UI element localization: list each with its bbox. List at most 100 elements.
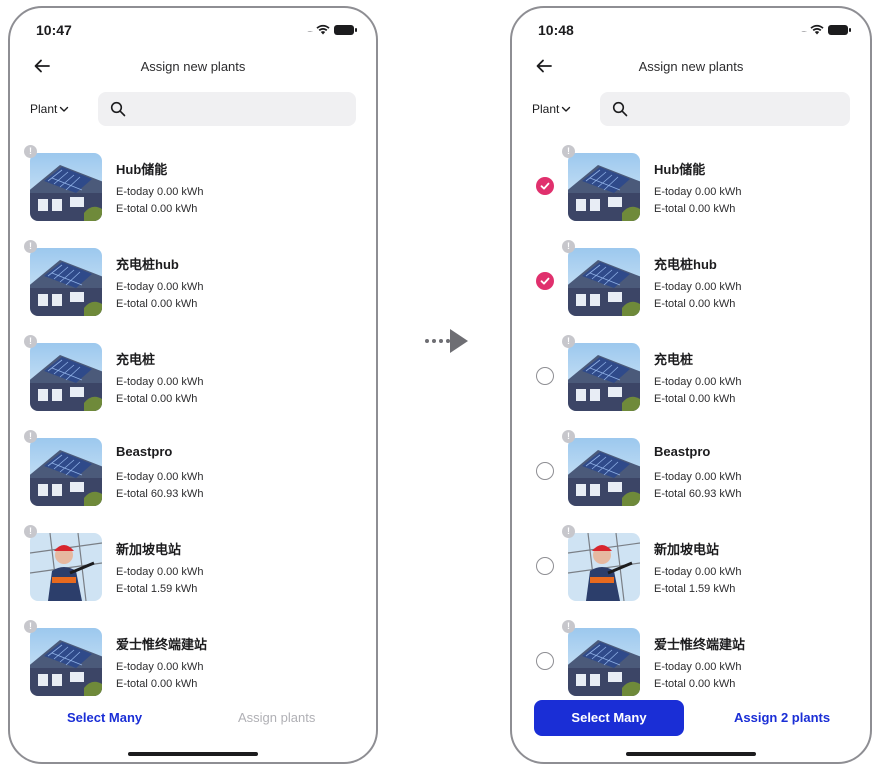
plant-thumbnail — [30, 438, 102, 506]
warning-icon: ! — [562, 430, 575, 443]
solar-house-image — [568, 153, 640, 221]
page-title: Assign new plants — [140, 59, 246, 74]
plant-name: 充电桩 — [116, 352, 156, 367]
plant-list-item[interactable]: ! 爱士惟终端建站 E-today 0.00 kWh E-total 0.00 kWh — [512, 620, 870, 700]
plant-e-today: E-today 0.00 kWh — [116, 376, 204, 388]
plant-name: Hub储能 — [654, 162, 706, 177]
assign-plants-button[interactable]: Assign 2 plants — [734, 710, 830, 725]
unselected-radio[interactable] — [536, 557, 554, 575]
plant-name: 充电桩hub — [116, 257, 179, 272]
wifi-icon — [810, 24, 824, 35]
check-icon — [540, 277, 550, 285]
plant-list-item[interactable]: ! Hub储能 E-today 0.00 kWh E-total 0.00 kWh — [10, 145, 376, 225]
plant-list-item[interactable]: ! 充电桩 E-today 0.00 kWh E-total 0.00 kWh — [512, 335, 870, 415]
plant-e-today: E-today 0.00 kWh — [116, 186, 204, 198]
plant-list-item[interactable]: ! Beastpro E-today 0.00 kWh E-total 60.93 k… — [10, 430, 376, 510]
plant-list-item[interactable]: ! 爱士惟终端建站 E-today 0.00 kWh E-total 0.00 kWh — [10, 620, 376, 700]
plant-list-item[interactable]: ! 新加坡电站 E-today 0.00 kWh E-total 1.59 kWh — [512, 525, 870, 605]
select-many-button[interactable]: Select Many — [67, 710, 142, 725]
plant-thumbnail — [568, 533, 640, 601]
warning-icon: ! — [24, 240, 37, 253]
status-bar: 10:48 .... — [512, 22, 870, 42]
plant-name: 爱士惟终端建站 — [116, 637, 208, 652]
selected-check-icon[interactable] — [536, 177, 554, 195]
plant-list-item[interactable]: ! 充电桩hub E-today 0.00 kWh E-total 0.00 kWh — [512, 240, 870, 320]
status-icons: .... — [307, 24, 357, 35]
solar-house-image — [30, 248, 102, 316]
plant-e-today: E-today 0.00 kWh — [116, 471, 204, 483]
search-icon — [110, 101, 126, 117]
plant-e-today: E-today 0.00 kWh — [654, 376, 742, 388]
plant-thumbnail — [568, 153, 640, 221]
plant-e-total: E-total 0.00 kWh — [116, 678, 198, 690]
plant-thumbnail — [30, 533, 102, 601]
bottom-bar: Select Many Assign plants — [10, 700, 376, 740]
search-icon — [612, 101, 628, 117]
warning-icon: ! — [24, 430, 37, 443]
plant-e-total: E-total 0.00 kWh — [116, 298, 198, 310]
warning-icon: ! — [562, 620, 575, 633]
plant-e-today: E-today 0.00 kWh — [116, 281, 204, 293]
plant-filter-dropdown[interactable]: Plant — [532, 102, 571, 116]
solar-house-image — [30, 628, 102, 696]
solar-house-image — [30, 343, 102, 411]
plant-e-total: E-total 0.00 kWh — [654, 203, 736, 215]
solar-house-image — [30, 438, 102, 506]
solar-house-image — [30, 153, 102, 221]
warning-icon: ! — [562, 335, 575, 348]
status-bar: 10:47 .... — [10, 22, 376, 42]
warning-icon: ! — [562, 145, 575, 158]
plant-list-item[interactable]: ! 充电桩hub E-today 0.00 kWh E-total 0.00 kWh — [10, 240, 376, 320]
search-input[interactable] — [98, 92, 356, 126]
plant-e-today: E-today 0.00 kWh — [654, 186, 742, 198]
plant-list-item[interactable]: ! Beastpro E-today 0.00 kWh E-total 60.93 k… — [512, 430, 870, 510]
solar-house-image — [568, 438, 640, 506]
plant-list-item[interactable]: ! 充电桩 E-today 0.00 kWh E-total 0.00 kWh — [10, 335, 376, 415]
solar-house-image — [568, 628, 640, 696]
plant-name: Beastpro — [116, 444, 173, 459]
plant-e-total: E-total 60.93 kWh — [116, 488, 204, 500]
solar-house-image — [568, 343, 640, 411]
assign-plants-button[interactable]: Assign plants — [238, 710, 315, 725]
check-icon — [540, 182, 550, 190]
unselected-radio[interactable] — [536, 652, 554, 670]
plant-thumbnail — [30, 153, 102, 221]
plant-thumbnail — [568, 438, 640, 506]
plant-name: 充电桩 — [654, 352, 694, 367]
plant-filter-label: Plant — [30, 102, 58, 116]
plant-e-today: E-today 0.00 kWh — [654, 566, 742, 578]
status-time: 10:47 — [36, 22, 72, 38]
worker-image — [30, 533, 102, 601]
page-title: Assign new plants — [638, 59, 744, 74]
plant-thumbnail — [30, 248, 102, 316]
plant-e-total: E-total 0.00 kWh — [116, 203, 198, 215]
plant-list-item[interactable]: ! 新加坡电站 E-today 0.00 kWh E-total 1.59 kWh — [10, 525, 376, 605]
filter-row: Plant — [10, 92, 376, 126]
select-many-button[interactable]: Select Many — [534, 700, 684, 736]
warning-icon: ! — [562, 240, 575, 253]
plant-filter-dropdown[interactable]: Plant — [30, 102, 69, 116]
plant-e-today: E-today 0.00 kWh — [654, 471, 742, 483]
plant-name: Beastpro — [654, 444, 711, 459]
unselected-radio[interactable] — [536, 462, 554, 480]
selected-check-icon[interactable] — [536, 272, 554, 290]
plant-e-today: E-today 0.00 kWh — [654, 281, 742, 293]
status-icons: .... — [801, 24, 851, 35]
search-input[interactable] — [600, 92, 850, 126]
warning-icon: ! — [24, 335, 37, 348]
battery-icon — [334, 24, 357, 35]
wifi-icon — [316, 24, 330, 35]
battery-icon — [828, 24, 851, 35]
phone-screen-before: 10:47 .... Assign new plants Plant ! Hub储… — [8, 6, 378, 764]
plant-e-total: E-total 1.59 kWh — [654, 583, 736, 595]
plant-list-item[interactable]: ! Hub储能 E-today 0.00 kWh E-total 0.00 kWh — [512, 145, 870, 225]
unselected-radio[interactable] — [536, 367, 554, 385]
home-indicator — [626, 752, 756, 756]
status-time: 10:48 — [538, 22, 574, 38]
signal-icon: .... — [801, 25, 807, 34]
filter-row: Plant — [512, 92, 870, 126]
plant-e-total: E-total 1.59 kWh — [116, 583, 198, 595]
transition-arrow-icon — [425, 329, 468, 353]
plant-thumbnail — [568, 628, 640, 696]
plant-name: 充电桩hub — [654, 257, 717, 272]
